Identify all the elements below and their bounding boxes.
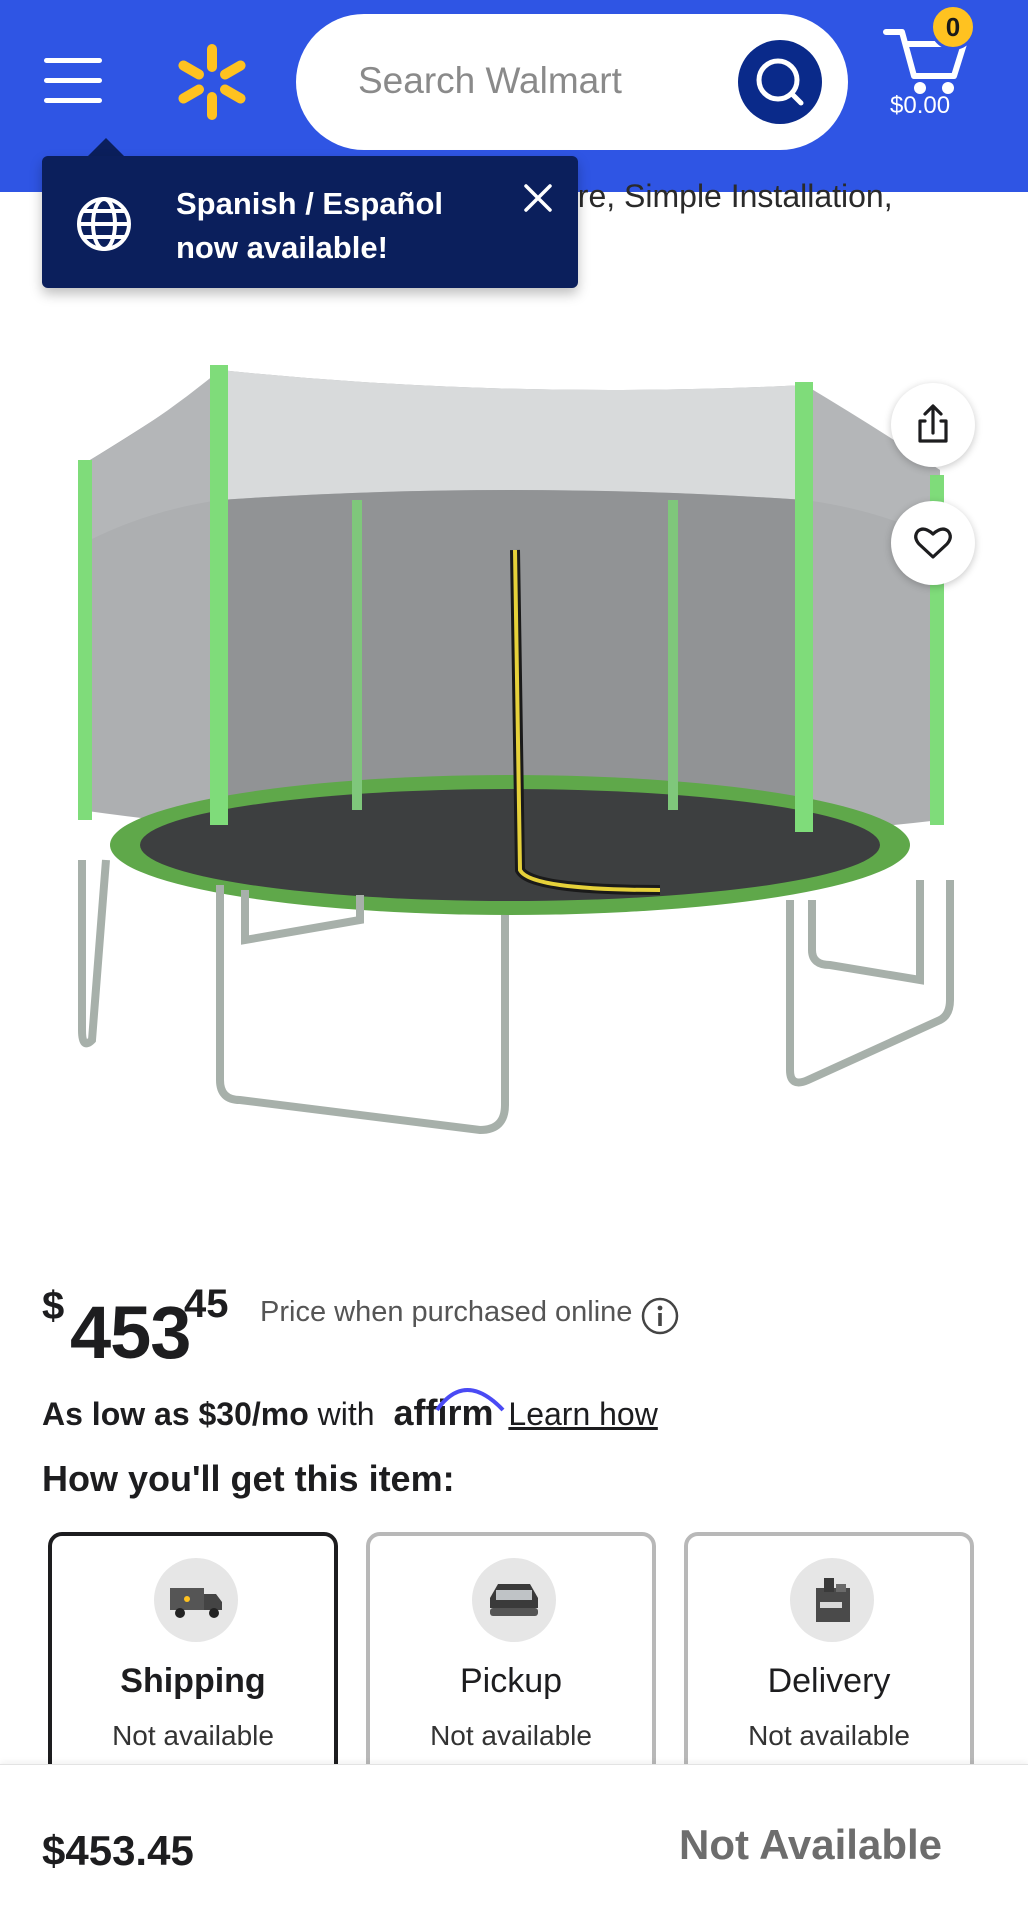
favorite-button[interactable] <box>891 501 975 585</box>
truck-icon <box>154 1558 238 1642</box>
pickup-title: Pickup <box>459 1662 563 1700</box>
toast-line-2: now available! <box>176 230 388 265</box>
search-icon <box>756 58 804 106</box>
shipping-status: Not available <box>112 1720 274 1751</box>
share-button[interactable] <box>891 383 975 467</box>
walmart-spark-icon[interactable] <box>172 42 252 122</box>
affirm-logo: affirm <box>393 1388 505 1434</box>
globe-icon <box>77 197 131 251</box>
search-placeholder: Search Walmart <box>358 60 622 101</box>
financing-lead: As low as $30/mo <box>42 1396 309 1432</box>
learn-how-link[interactable]: Learn how <box>508 1396 657 1432</box>
car-icon <box>472 1558 556 1642</box>
cart-total: $0.00 <box>890 92 951 119</box>
toast-message: Spanish / Español now available! <box>176 182 443 270</box>
bottom-price: $453.45 <box>42 1827 194 1874</box>
fulfillment-card-shipping[interactable]: Shipping Not available <box>48 1532 338 1792</box>
fulfillment-card-delivery[interactable]: Delivery Not available <box>684 1532 974 1792</box>
language-toast: Spanish / Español now available! <box>42 156 578 288</box>
cart-count-badge: 0 <box>930 4 976 50</box>
availability-status: Not Available <box>679 1821 942 1868</box>
fulfillment-heading: How you'll get this item: <box>42 1458 455 1499</box>
price-whole: 453 <box>70 1291 191 1374</box>
product-title-fragment: ure, Simple Installation, <box>560 178 893 214</box>
search-button[interactable] <box>738 40 822 124</box>
pickup-status: Not available <box>430 1720 592 1751</box>
financing-row: As low as $30/mo with affirm Learn how <box>42 1388 658 1434</box>
affirm-arc-icon <box>435 1388 505 1412</box>
close-icon[interactable] <box>522 182 554 214</box>
bottom-action-bar: $453.45 Not Available <box>0 1764 1028 1921</box>
product-image[interactable] <box>60 340 960 1170</box>
info-icon[interactable] <box>640 1296 680 1336</box>
price-cents: 45 <box>184 1282 229 1326</box>
toast-pointer <box>86 138 126 158</box>
price-currency: $ <box>42 1284 65 1328</box>
fulfillment-card-pickup[interactable]: Pickup Not available <box>366 1532 656 1792</box>
financing-with: with <box>317 1396 375 1432</box>
heart-icon <box>914 527 952 559</box>
bag-icon <box>790 1558 874 1642</box>
shipping-title: Shipping <box>120 1662 266 1700</box>
delivery-title: Delivery <box>767 1662 891 1700</box>
menu-button[interactable] <box>44 58 104 106</box>
toast-line-1: Spanish / Español <box>176 186 443 221</box>
price-note: Price when purchased online <box>260 1296 633 1328</box>
search-input[interactable]: Search Walmart <box>296 14 848 150</box>
delivery-status: Not available <box>748 1720 910 1751</box>
share-icon <box>918 404 948 443</box>
